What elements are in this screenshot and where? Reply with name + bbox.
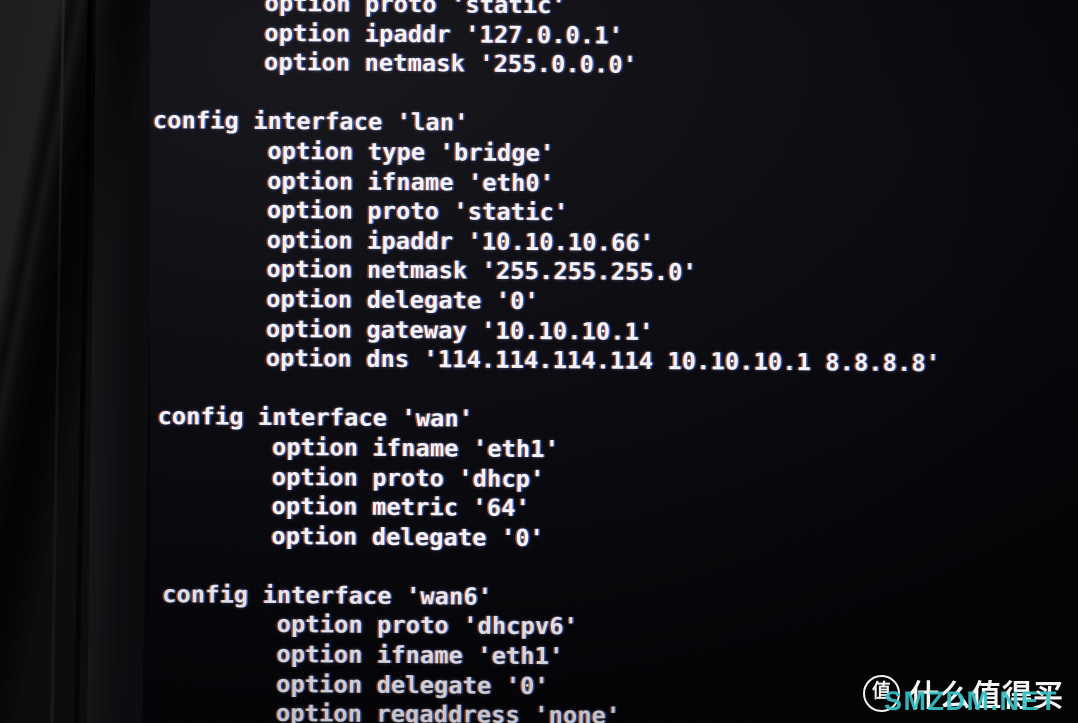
monitor-photo: option proto 'static' option ipaddr '127… [0, 0, 1078, 723]
monitor-screen: option proto 'static' option ipaddr '127… [150, 0, 1078, 723]
terminal-text-block: option proto 'static' option ipaddr '127… [150, 0, 1078, 723]
